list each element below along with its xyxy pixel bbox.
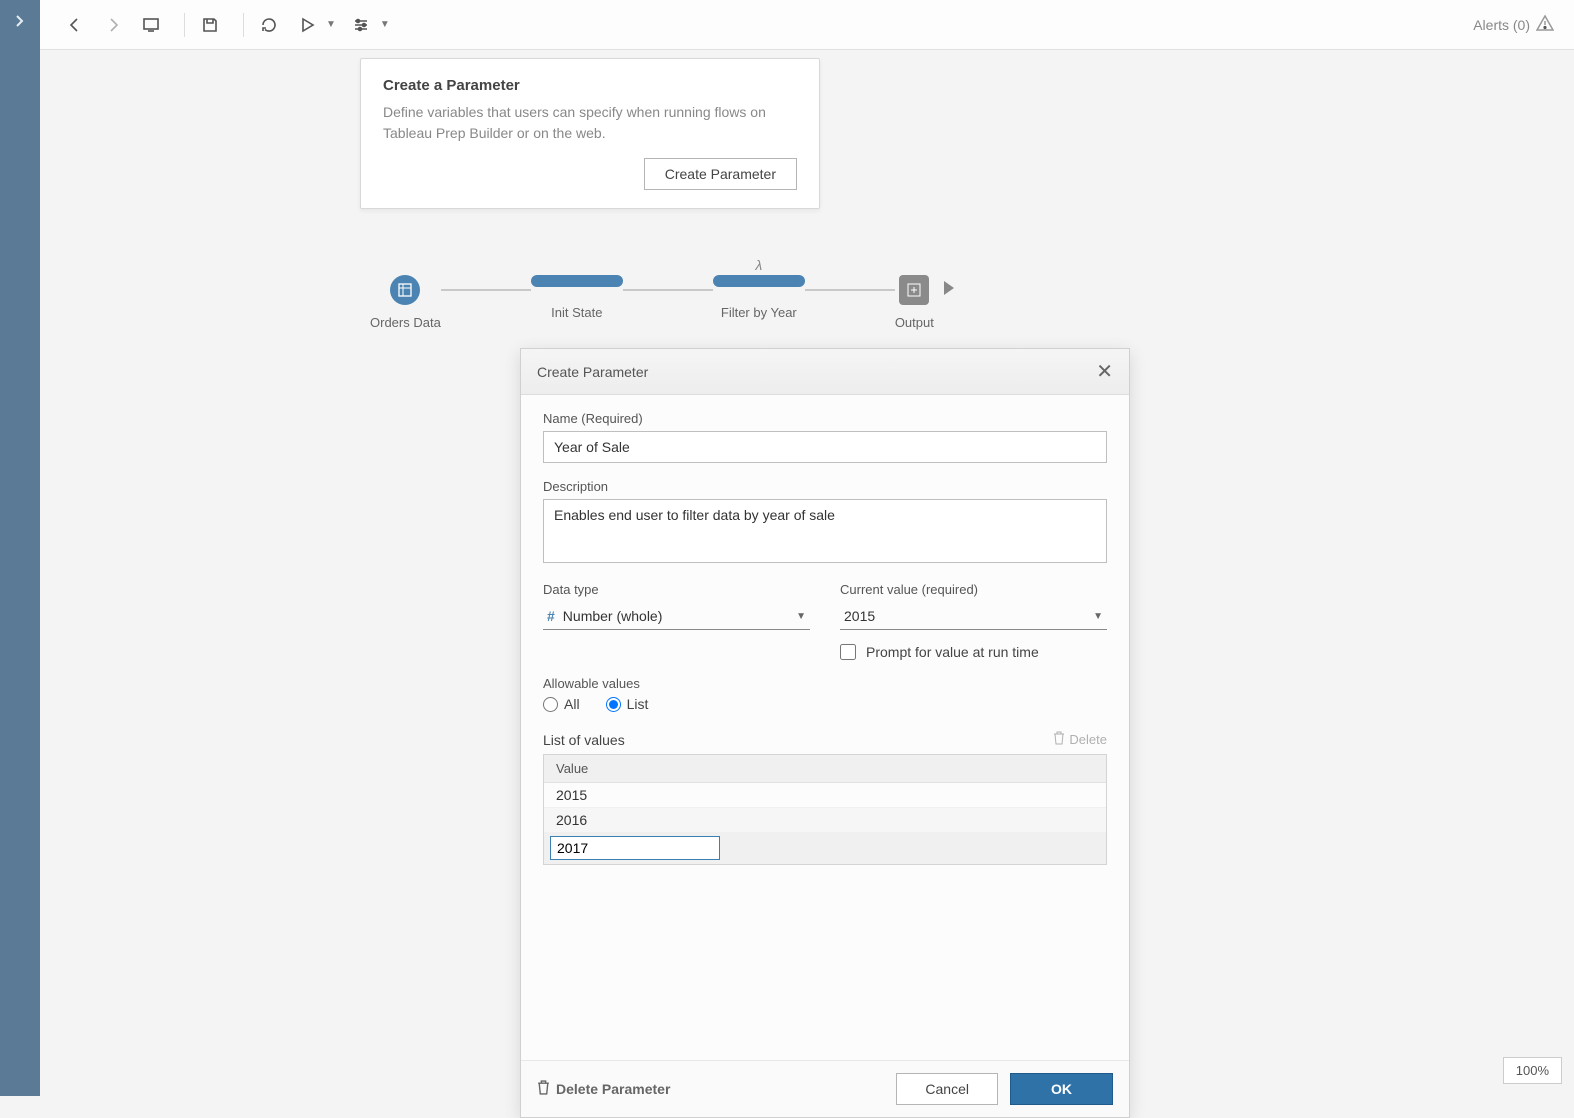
run-button[interactable]	[292, 10, 322, 40]
value-row[interactable]: 2015	[544, 783, 1106, 808]
trash-icon	[1053, 731, 1065, 748]
create-parameter-tooltip: Create a Parameter Define variables that…	[360, 58, 820, 209]
save-button[interactable]	[195, 10, 225, 40]
trash-icon	[537, 1080, 550, 1098]
number-type-icon: #	[547, 608, 555, 624]
tooltip-title: Create a Parameter	[383, 77, 797, 94]
name-label: Name (Required)	[543, 411, 1107, 426]
node-orders-data[interactable]: Orders Data	[370, 275, 441, 330]
zoom-indicator[interactable]: 100%	[1503, 1057, 1562, 1084]
back-button[interactable]	[60, 10, 90, 40]
separator	[243, 13, 244, 37]
alerts-indicator[interactable]: Alerts (0)	[1473, 14, 1554, 35]
step-pill	[531, 275, 623, 287]
run-dropdown-caret-icon[interactable]: ▼	[326, 19, 336, 30]
run-step-icon[interactable]	[944, 281, 954, 295]
alerts-label: Alerts (0)	[1473, 17, 1530, 33]
current-value-label: Current value (required)	[840, 582, 1107, 597]
chevron-down-icon: ▼	[1093, 611, 1103, 622]
dialog-title: Create Parameter	[537, 364, 648, 380]
current-value: 2015	[844, 608, 875, 624]
data-type-select[interactable]: # Number (whole) ▼	[543, 602, 810, 630]
current-value-select[interactable]: 2015 ▼	[840, 602, 1107, 630]
chevron-down-icon: ▼	[796, 611, 806, 622]
dialog-body: Name (Required) Description Data type # …	[521, 395, 1129, 1060]
node-output[interactable]: Output	[895, 275, 934, 330]
toolbar: ▼ ▼ Alerts (0)	[40, 0, 1574, 50]
value-row[interactable]: 2016	[544, 808, 1106, 833]
canvas: Create a Parameter Define variables that…	[40, 50, 1574, 1096]
settings-button[interactable]	[346, 10, 376, 40]
connector	[805, 289, 895, 291]
connector	[441, 289, 531, 291]
refresh-button[interactable]	[254, 10, 284, 40]
name-input[interactable]	[543, 431, 1107, 463]
settings-dropdown-caret-icon[interactable]: ▼	[380, 19, 390, 30]
cancel-button[interactable]: Cancel	[896, 1073, 998, 1105]
value-input[interactable]	[550, 836, 720, 860]
separator	[184, 13, 185, 37]
warning-icon	[1536, 14, 1554, 35]
delete-list-button: Delete	[1053, 731, 1107, 748]
values-table: Value 2015 2016	[543, 754, 1107, 865]
value-row-editing[interactable]	[544, 833, 1106, 864]
allow-list-radio-label[interactable]: List	[606, 696, 649, 712]
left-gutter[interactable]	[0, 0, 40, 1096]
presentation-button[interactable]	[136, 10, 166, 40]
allowable-values-label: Allowable values	[543, 676, 1107, 691]
data-type-label: Data type	[543, 582, 810, 597]
node-init-state[interactable]: Init State	[531, 275, 623, 320]
prompt-label: Prompt for value at run time	[866, 644, 1039, 660]
delete-parameter-button[interactable]: Delete Parameter	[537, 1080, 670, 1098]
close-icon[interactable]: ✕	[1096, 359, 1113, 384]
output-icon	[899, 275, 929, 305]
chevron-right-icon	[14, 14, 26, 30]
prompt-checkbox[interactable]	[840, 644, 856, 660]
description-input[interactable]	[543, 499, 1107, 563]
node-filter-by-year[interactable]: λ Filter by Year	[713, 275, 805, 320]
allow-list-radio[interactable]	[606, 697, 621, 712]
allow-all-radio[interactable]	[543, 697, 558, 712]
data-type-value: Number (whole)	[563, 608, 663, 624]
datasource-icon	[390, 275, 420, 305]
list-of-values-label: List of values	[543, 732, 1053, 748]
parameter-indicator-icon: λ	[755, 257, 762, 273]
create-parameter-dialog: Create Parameter ✕ Name (Required) Descr…	[520, 348, 1130, 1118]
value-column-header: Value	[544, 755, 1106, 783]
tooltip-body: Define variables that users can specify …	[383, 102, 797, 144]
create-parameter-button[interactable]: Create Parameter	[644, 158, 797, 190]
allow-all-radio-label[interactable]: All	[543, 696, 580, 712]
description-label: Description	[543, 479, 1107, 494]
dialog-footer: Delete Parameter Cancel OK	[521, 1060, 1129, 1117]
dialog-header: Create Parameter ✕	[521, 349, 1129, 395]
connector	[623, 289, 713, 291]
flow: Orders Data Init State λ Filter by Year …	[40, 275, 1574, 330]
forward-button[interactable]	[98, 10, 128, 40]
ok-button[interactable]: OK	[1010, 1073, 1113, 1105]
step-pill	[713, 275, 805, 287]
